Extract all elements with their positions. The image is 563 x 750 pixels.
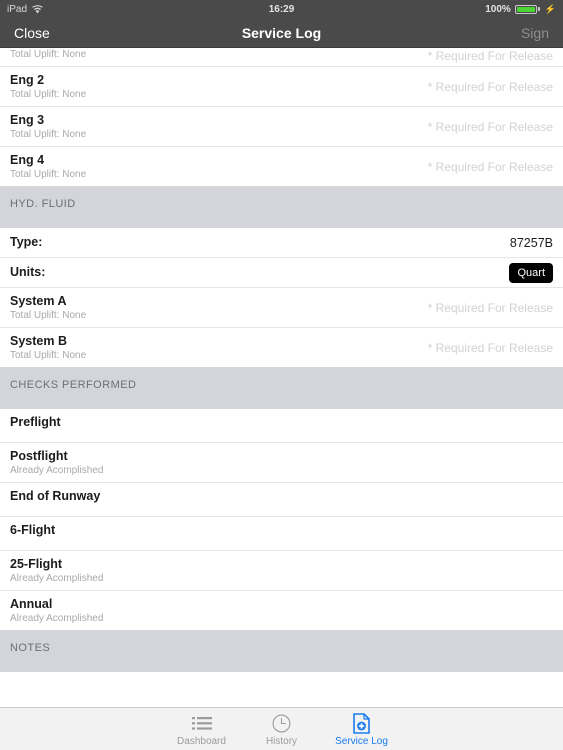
units-quart-button[interactable]: Quart <box>509 262 553 283</box>
table-row[interactable]: Eng 4 Total Uplift: None * Required For … <box>0 147 563 186</box>
clock-icon <box>272 713 291 734</box>
row-required-label: * Required For Release <box>427 340 553 355</box>
check-row-6-flight[interactable]: 6-Flight <box>0 517 563 551</box>
row-title: Postflight <box>10 449 68 463</box>
lightning-bolt-icon: ⚡ <box>544 3 556 14</box>
battery-percent: 100% <box>485 3 511 15</box>
battery-full-icon <box>514 4 540 14</box>
wifi-icon <box>32 4 43 14</box>
table-row[interactable]: System B Total Uplift: None * Required F… <box>0 328 563 367</box>
row-required-label: * Required For Release <box>427 79 553 94</box>
status-bar: iPad 16:29 100% ⚡ <box>0 0 563 18</box>
page-title: Service Log <box>241 24 322 41</box>
row-required-label: * Required For Release <box>427 119 553 134</box>
check-row-end-of-runway[interactable]: End of Runway <box>0 483 563 517</box>
row-subtitle: Already Acomplished <box>10 465 104 476</box>
row-subtitle: Already Acomplished <box>10 573 104 584</box>
sign-button[interactable]: Sign <box>521 25 549 41</box>
table-row[interactable]: Eng 2 Total Uplift: None * Required For … <box>0 67 563 107</box>
table-row[interactable]: Total Uplift: None * Required For Releas… <box>0 48 563 67</box>
table-row[interactable]: Eng 3 Total Uplift: None * Required For … <box>0 107 563 147</box>
row-hyd-units[interactable]: Units: Quart <box>0 258 563 288</box>
check-row-postflight[interactable]: Postflight Already Acomplished <box>0 443 563 483</box>
tab-label-service-log: Service Log <box>335 736 388 747</box>
document-plus-icon <box>353 713 370 734</box>
status-bar-left: iPad <box>7 4 43 15</box>
form-scroll-view[interactable]: Total Uplift: None * Required For Releas… <box>0 48 563 707</box>
tab-history[interactable]: History <box>242 711 322 747</box>
section-engines: Total Uplift: None * Required For Releas… <box>0 48 563 186</box>
navigation-bar: Close Service Log Sign <box>0 18 563 48</box>
check-row-25-flight[interactable]: 25-Flight Already Acomplished <box>0 551 563 591</box>
section-header-notes: NOTES <box>0 630 563 672</box>
tab-dashboard[interactable]: Dashboard <box>162 711 242 747</box>
row-title: Preflight <box>10 415 61 429</box>
row-hyd-type[interactable]: Type: 87257B <box>0 228 563 258</box>
row-required-label: * Required For Release <box>427 300 553 315</box>
device-name: iPad <box>7 3 28 15</box>
close-button[interactable]: Close <box>14 25 50 41</box>
row-required-label: * Required For Release <box>427 159 553 174</box>
status-bar-right: 100% ⚡ <box>485 4 556 15</box>
notes-body[interactable] <box>0 672 563 707</box>
section-header-checks-performed: CHECKS PERFORMED <box>0 367 563 409</box>
row-title: Units: <box>10 265 46 279</box>
table-row[interactable]: System A Total Uplift: None * Required F… <box>0 288 563 328</box>
section-header-hyd-fluid: HYD. FLUID <box>0 186 563 228</box>
tab-label-history: History <box>265 736 298 747</box>
row-title: Annual <box>10 597 53 611</box>
row-title: End of Runway <box>10 489 101 503</box>
app-root: iPad 16:29 100% ⚡ Close Service Log Sign <box>0 0 563 750</box>
status-bar-time: 16:29 <box>268 3 295 15</box>
check-row-preflight[interactable]: Preflight <box>0 409 563 443</box>
check-row-annual[interactable]: Annual Already Acomplished <box>0 591 563 630</box>
tab-bar: Dashboard History Service Log <box>0 707 563 750</box>
list-icon <box>191 713 212 734</box>
section-hyd-fluid: Type: 87257B Units: Quart System A Total… <box>0 228 563 367</box>
tab-label-dashboard: Dashboard <box>177 736 226 747</box>
row-required-label: * Required For Release <box>427 49 553 63</box>
section-checks-performed: Preflight Postflight Already Acomplished… <box>0 409 563 630</box>
row-title: 6-Flight <box>10 523 56 537</box>
row-title: Type: <box>10 235 43 249</box>
row-title: 25-Flight <box>10 557 63 571</box>
hyd-type-value: 87257B <box>509 235 553 250</box>
tab-service-log[interactable]: Service Log <box>322 711 402 747</box>
row-subtitle: Already Acomplished <box>10 613 104 624</box>
